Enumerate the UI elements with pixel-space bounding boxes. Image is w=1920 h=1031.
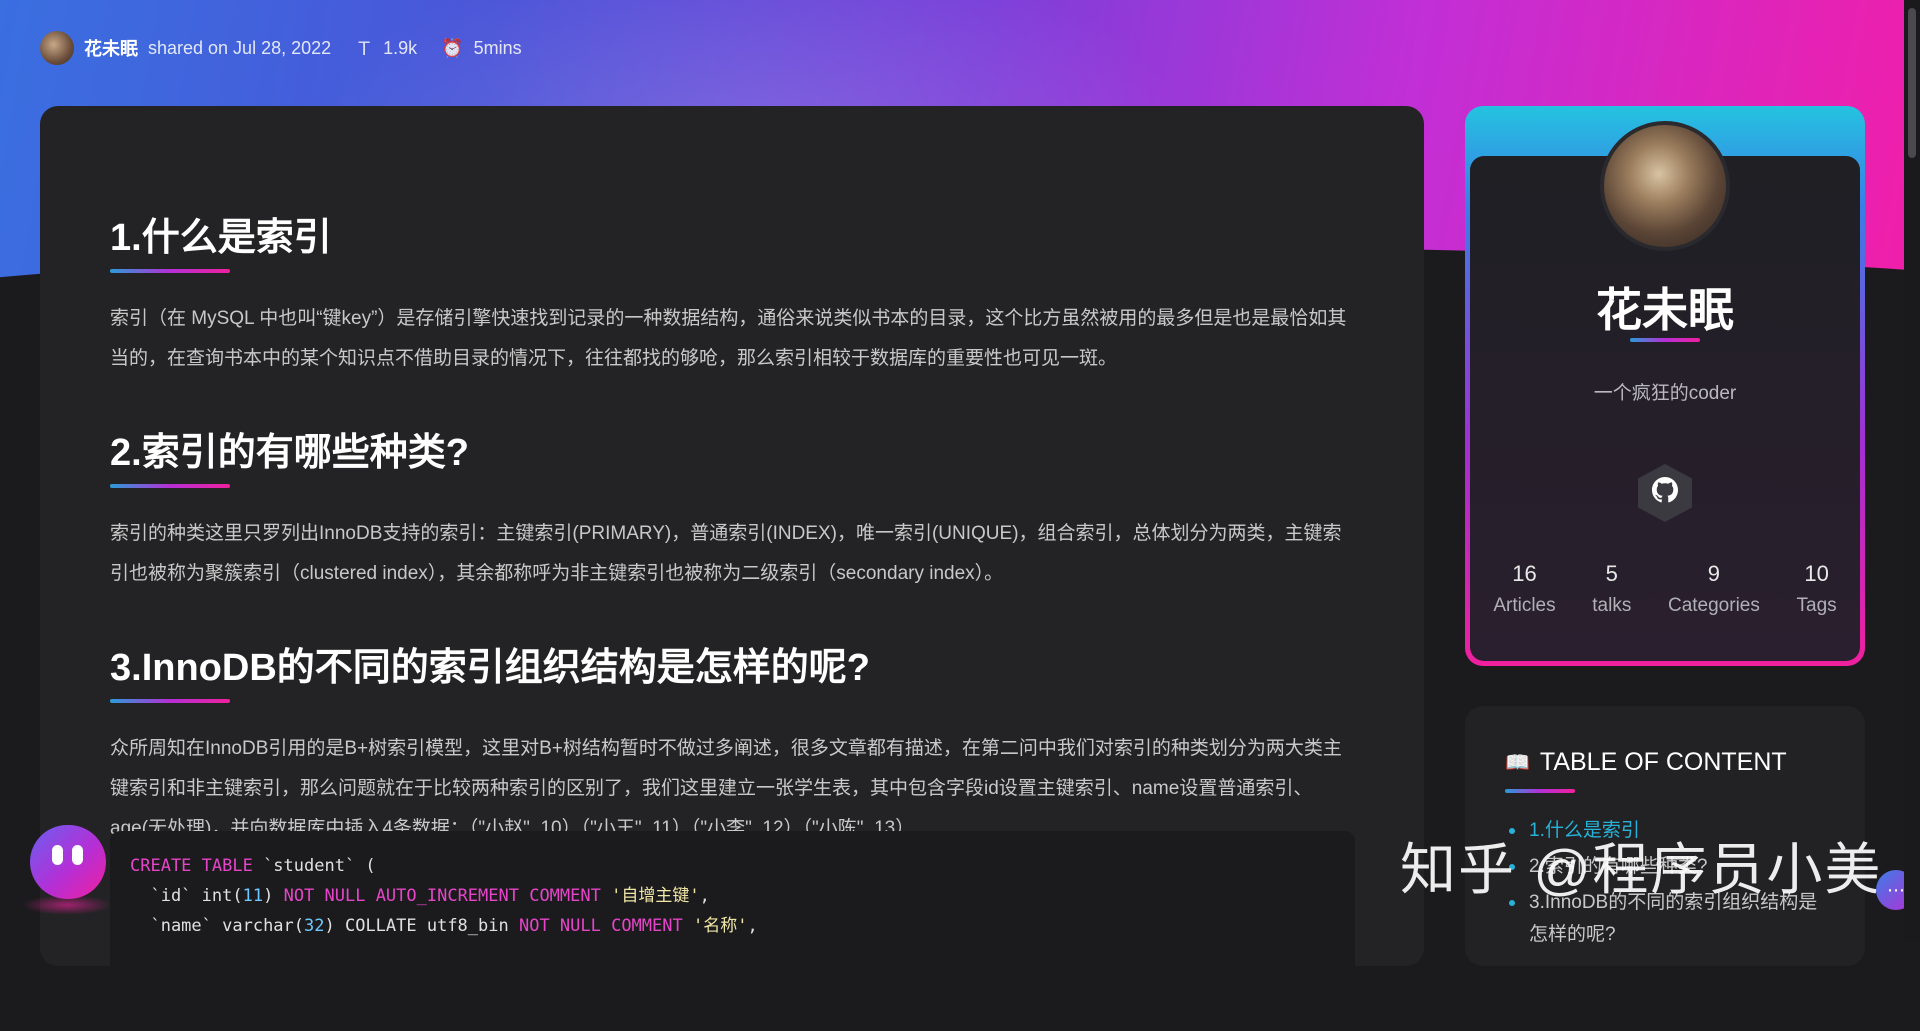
stat-tags[interactable]: 10 Tags (1797, 561, 1837, 617)
mascot-button[interactable] (30, 825, 106, 899)
toc-header: 📖 TABLE OF CONTENT (1505, 748, 1825, 777)
github-icon (1652, 476, 1678, 510)
stat-talks[interactable]: 5 talks (1592, 561, 1631, 617)
toc-title: TABLE OF CONTENT (1539, 748, 1787, 776)
section-heading: 2.索引的有哪些种类? (110, 421, 469, 496)
heading-underline (110, 484, 230, 488)
mascot-eye-icon (52, 845, 63, 865)
stat-label: talks (1592, 595, 1632, 616)
watermark-text: 知乎 @程序员小美 (1400, 838, 1883, 901)
toc-underline (1505, 789, 1575, 793)
stat-value: 9 (1707, 561, 1721, 586)
author-avatar[interactable] (40, 31, 74, 65)
stat-label: Tags (1796, 595, 1837, 616)
section-heading: 3.InnoDB的不同的索引组织结构是怎样的呢? (110, 636, 870, 711)
heading-underline (110, 699, 230, 703)
article-section-1: 1.什么是索引 索引（在 MySQL 中也叫“键key”）是存储引擎快速找到记录… (110, 206, 1354, 379)
book-icon: 📖 (1505, 752, 1530, 774)
stat-value: 16 (1512, 561, 1537, 586)
stat-value: 5 (1605, 561, 1618, 586)
post-meta: 花未眠 shared on Jul 28, 2022 Ｔ 1.9k ⏰ 5min… (40, 30, 522, 66)
code-line: CREATE TABLE `student` ( (130, 856, 376, 876)
mascot-eye-icon (72, 845, 83, 865)
section-paragraph: 索引（在 MySQL 中也叫“键key”）是存储引擎快速找到记录的一种数据结构，… (110, 308, 1347, 369)
profile-bio: 一个疯狂的coder (1593, 383, 1737, 404)
shared-date: shared on Jul 28, 2022 (148, 37, 332, 58)
section-heading-text: 2.索引的有哪些种类? (110, 432, 469, 474)
section-heading: 1.什么是索引 (110, 206, 332, 281)
scrollbar-thumb[interactable] (1908, 8, 1916, 158)
section-paragraph: 索引的种类这里只罗列出InnoDB支持的索引：主键索引(PRIMARY)，普通索… (110, 523, 1342, 584)
scrollbar[interactable] (1904, 0, 1920, 942)
section-heading-text: 1.什么是索引 (110, 217, 332, 259)
text-icon: Ｔ (355, 39, 374, 59)
profile-name: 花未眠 (1596, 284, 1734, 336)
profile-stats: 16 Articles 5 talks 9 Categories 10 Tags (1465, 561, 1865, 617)
heading-underline (110, 269, 230, 273)
stat-categories[interactable]: 9 Categories (1668, 561, 1760, 617)
stat-articles[interactable]: 16 Articles (1493, 561, 1555, 617)
clock-icon: ⏰ (441, 37, 464, 58)
stat-label: Categories (1667, 595, 1760, 616)
code-block[interactable]: CREATE TABLE `student` ( `id` int(11) NO… (110, 831, 1355, 1031)
profile-name-underline (1630, 338, 1700, 342)
word-count: 1.9k (383, 37, 418, 58)
read-time: 5mins (473, 37, 522, 58)
stat-label: Articles (1493, 595, 1556, 616)
more-icon: ⋯ (1887, 879, 1905, 900)
profile-avatar[interactable] (1600, 121, 1730, 251)
article-section-3: 3.InnoDB的不同的索引组织结构是怎样的呢? 众所周知在InnoDB引用的是… (110, 636, 1354, 849)
profile-card: 花未眠 一个疯狂的coder 16 Articles 5 talks 9 Cat… (1465, 106, 1865, 666)
code-line: `id` int(11) NOT NULL AUTO_INCREMENT COM… (130, 886, 710, 906)
section-heading-text: 3.InnoDB的不同的索引组织结构是怎样的呢? (110, 647, 870, 689)
article-section-2: 2.索引的有哪些种类? 索引的种类这里只罗列出InnoDB支持的索引：主键索引(… (110, 421, 1354, 594)
stat-value: 10 (1804, 561, 1829, 586)
author-name[interactable]: 花未眠 (84, 35, 138, 61)
article-card: 1.什么是索引 索引（在 MySQL 中也叫“键key”）是存储引擎快速找到记录… (40, 106, 1424, 1031)
code-line: `name` varchar(32) COLLATE utf8_bin NOT … (130, 916, 758, 936)
